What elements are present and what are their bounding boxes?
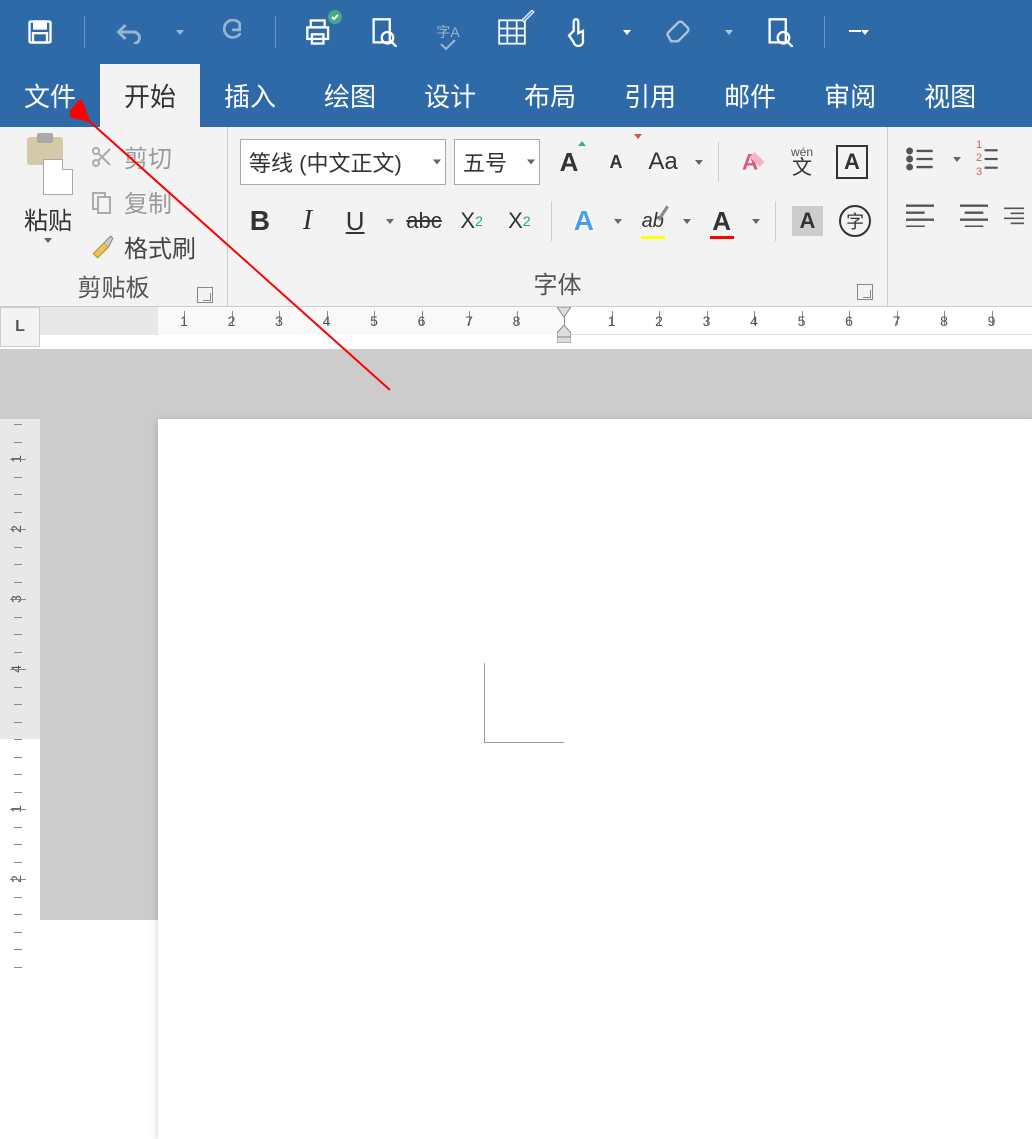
document-page[interactable] — [158, 419, 1032, 1139]
tab-design[interactable]: 设计 — [400, 64, 500, 127]
superscript-button[interactable]: X2 — [500, 199, 540, 243]
align-left-button[interactable] — [896, 193, 944, 237]
align-right-button[interactable] — [1004, 193, 1024, 237]
save-button[interactable] — [20, 12, 60, 52]
separator — [275, 16, 276, 48]
ribbon-tabs: 文件 开始 插入 绘图 设计 布局 引用 邮件 审阅 视图 — [0, 64, 1032, 127]
tab-home[interactable]: 开始 — [100, 64, 200, 127]
paste-button[interactable]: 粘贴 — [24, 201, 72, 236]
touch-dropdown[interactable] — [620, 30, 634, 35]
text-effects-button[interactable]: A — [564, 199, 604, 243]
bullets-button[interactable] — [896, 137, 944, 181]
insert-table-button[interactable] — [492, 12, 532, 52]
ribbon: 粘贴 剪切 复制 — [0, 127, 1032, 307]
align-center-button[interactable] — [950, 193, 998, 237]
tab-view[interactable]: 视图 — [900, 64, 1000, 127]
tab-draw[interactable]: 绘图 — [300, 64, 400, 127]
tab-mailings[interactable]: 邮件 — [700, 64, 800, 127]
bold-button[interactable]: B — [240, 199, 280, 243]
document-area: 432112 — [0, 349, 1032, 920]
italic-button[interactable]: I — [288, 199, 328, 243]
group-font: 等线 (中文正文) 五号 A A Aa A — [228, 127, 888, 306]
horizontal-ruler[interactable]: 87654321123456789 — [40, 307, 1032, 335]
separator — [824, 16, 825, 48]
grow-font-button[interactable]: A — [548, 140, 590, 184]
bullets-dropdown[interactable] — [950, 157, 964, 162]
text-cursor-area — [484, 663, 564, 743]
cut-button[interactable]: 剪切 — [88, 139, 196, 174]
paste-dropdown[interactable] — [41, 238, 55, 243]
find-button[interactable] — [760, 12, 800, 52]
tab-layout[interactable]: 布局 — [500, 64, 600, 127]
ruler-corner[interactable]: L — [0, 307, 40, 347]
brush-icon — [88, 233, 116, 261]
customize-qat-dropdown[interactable] — [849, 30, 869, 35]
spellcheck-button[interactable]: 字A — [428, 12, 468, 52]
erase-dropdown[interactable] — [722, 30, 736, 35]
highlight-dropdown[interactable] — [681, 219, 694, 224]
undo-button[interactable] — [109, 12, 149, 52]
touch-mode-button[interactable] — [556, 12, 596, 52]
format-painter-button[interactable]: 格式刷 — [88, 229, 196, 264]
copy-icon — [88, 188, 116, 216]
erase-button[interactable] — [658, 12, 698, 52]
highlight-button[interactable]: ab — [633, 199, 673, 243]
tab-file[interactable]: 文件 — [0, 64, 100, 127]
clipboard-dialog-launcher[interactable] — [197, 287, 213, 303]
tab-references[interactable]: 引用 — [600, 64, 700, 127]
underline-button[interactable]: U — [335, 199, 375, 243]
change-case-dropdown[interactable] — [692, 160, 706, 165]
tab-review[interactable]: 审阅 — [800, 64, 900, 127]
font-size-select[interactable]: 五号 — [454, 139, 540, 185]
vertical-ruler[interactable]: 432112 — [0, 419, 40, 920]
enclose-characters-button[interactable]: 字 — [835, 199, 875, 243]
font-color-button[interactable]: A — [702, 199, 742, 243]
scissors-icon — [88, 143, 116, 171]
group-title-font: 字体 — [534, 265, 582, 300]
character-border-button[interactable]: A — [831, 140, 873, 184]
tab-insert[interactable]: 插入 — [200, 64, 300, 127]
quick-print-button[interactable] — [300, 12, 340, 52]
numbering-button[interactable]: 123 — [970, 137, 1004, 181]
shrink-font-button[interactable]: A — [598, 140, 634, 184]
change-case-button[interactable]: Aa — [642, 140, 684, 184]
quick-access-toolbar: 字A — [0, 0, 1032, 64]
font-name-select[interactable]: 等线 (中文正文) — [240, 139, 446, 185]
group-paragraph: 123 — [888, 127, 1032, 306]
redo-button[interactable] — [211, 12, 251, 52]
paste-icon — [23, 137, 73, 195]
font-dialog-launcher[interactable] — [857, 284, 873, 300]
phonetic-guide-button[interactable]: wén 文 — [781, 140, 823, 184]
ruler-area: L 87654321123456789 — [0, 307, 1032, 349]
group-title-clipboard: 剪贴板 — [78, 268, 150, 303]
copy-button[interactable]: 复制 — [88, 184, 196, 219]
group-clipboard: 粘贴 剪切 复制 — [0, 127, 228, 306]
clear-formatting-button[interactable]: A — [731, 140, 773, 184]
underline-dropdown[interactable] — [383, 219, 396, 224]
character-shading-button[interactable]: A — [788, 199, 828, 243]
undo-dropdown[interactable] — [173, 30, 187, 35]
print-preview-button[interactable] — [364, 12, 404, 52]
text-effects-dropdown[interactable] — [612, 219, 625, 224]
separator — [84, 16, 85, 48]
strikethrough-button[interactable]: abc — [404, 199, 444, 243]
font-color-dropdown[interactable] — [750, 219, 763, 224]
subscript-button[interactable]: X2 — [452, 199, 492, 243]
